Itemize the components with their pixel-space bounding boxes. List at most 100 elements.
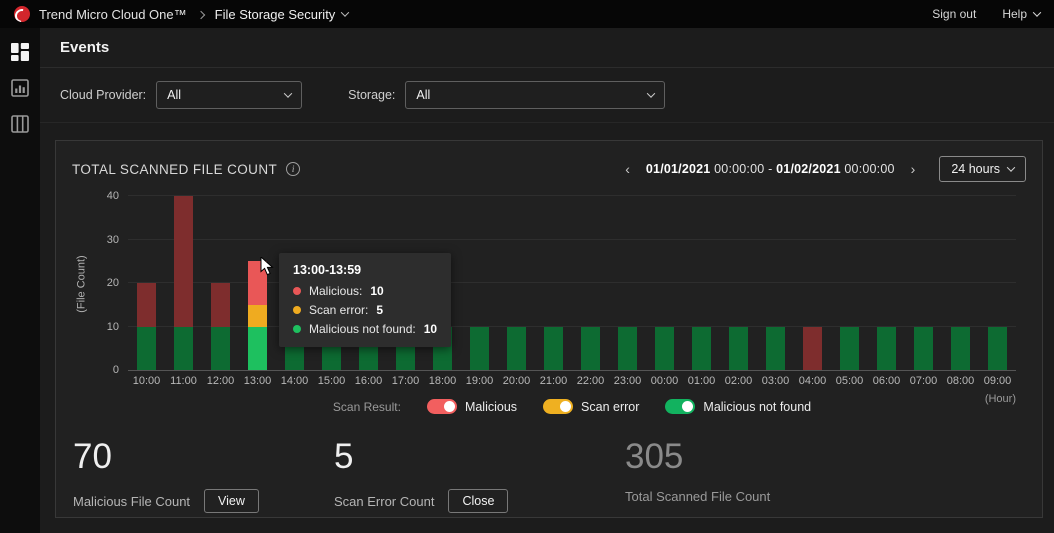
bar-slot — [239, 197, 276, 370]
cloud-provider-select[interactable]: All — [156, 81, 302, 109]
bar-segment — [544, 327, 563, 371]
bar-00:00[interactable] — [655, 327, 674, 371]
x-tick-label: 17:00 — [387, 375, 424, 387]
date-range: 01/01/2021 00:00:00 - 01/02/2021 00:00:0… — [646, 162, 895, 176]
x-tick-label: 05:00 — [831, 375, 868, 387]
x-tick-label: 20:00 — [498, 375, 535, 387]
tooltip-row-scan-error: Scan error 5 — [293, 303, 437, 317]
bar-segment — [951, 327, 970, 371]
bar-slot — [535, 197, 572, 370]
cloud-provider-label: Cloud Provider: — [60, 88, 146, 102]
bar-segment — [470, 327, 489, 371]
app-switcher[interactable]: File Storage Security — [215, 7, 349, 22]
bar-slot — [609, 197, 646, 370]
legend-item-malicious-not-found: Malicious not found — [665, 399, 811, 414]
interval-dropdown[interactable]: 24 hours — [939, 156, 1026, 182]
x-tick-label: 03:00 — [757, 375, 794, 387]
bar-12:00[interactable] — [211, 283, 230, 370]
malicious-not-found-toggle[interactable] — [665, 399, 695, 414]
sign-out-link[interactable]: Sign out — [932, 7, 976, 21]
bar-20:00[interactable] — [507, 327, 526, 371]
topbar: Trend Micro Cloud One™ File Storage Secu… — [0, 0, 1054, 28]
x-tick-label: 00:00 — [646, 375, 683, 387]
bar-slot — [979, 197, 1016, 370]
bar-21:00[interactable] — [544, 327, 563, 371]
legend-item-label: Malicious not found — [703, 400, 811, 414]
bar-23:00[interactable] — [618, 327, 637, 371]
scan-error-toggle[interactable] — [543, 399, 573, 414]
bar-segment — [618, 327, 637, 371]
bar-10:00[interactable] — [137, 283, 156, 370]
interval-value: 24 hours — [951, 162, 1000, 176]
columns-table-icon[interactable] — [10, 114, 30, 134]
chart-legend: Scan Result: Malicious Scan error Malici… — [112, 399, 1032, 414]
y-tick-label: 20 — [107, 277, 119, 289]
bar-07:00[interactable] — [914, 327, 933, 371]
x-tick-label: 09:00 — [979, 375, 1016, 387]
help-menu[interactable]: Help — [1002, 7, 1040, 21]
malicious-toggle[interactable] — [427, 399, 457, 414]
info-icon[interactable]: i — [286, 162, 300, 176]
bar-chart-report-icon[interactable] — [10, 78, 30, 98]
bar-segment — [877, 327, 896, 371]
bar-slot — [905, 197, 942, 370]
breadcrumb-separator-icon — [198, 5, 204, 23]
chart-tooltip: 13:00-13:59 Malicious 10 Scan error 5 Ma… — [279, 253, 451, 347]
storage-select[interactable]: All — [405, 81, 665, 109]
x-tick-label: 21:00 — [535, 375, 572, 387]
x-tick-label: 08:00 — [942, 375, 979, 387]
bar-slot — [646, 197, 683, 370]
date-prev-button[interactable]: ‹ — [623, 161, 632, 177]
bar-03:00[interactable] — [766, 327, 785, 371]
bar-05:00[interactable] — [840, 327, 859, 371]
bar-04:00[interactable] — [803, 327, 822, 371]
total-scanned-file-count-value: 305 — [625, 437, 770, 477]
sidebar — [0, 28, 40, 533]
help-label: Help — [1002, 7, 1027, 21]
x-tick-label: 16:00 — [350, 375, 387, 387]
malicious-file-count-value: 70 — [73, 437, 334, 477]
x-tick-label: 04:00 — [794, 375, 831, 387]
bar-22:00[interactable] — [581, 327, 600, 371]
filter-bar: Cloud Provider: All Storage: All — [40, 68, 1054, 123]
dashboard-grid-icon[interactable] — [10, 42, 30, 62]
bar-01:00[interactable] — [692, 327, 711, 371]
bar-segment — [729, 327, 748, 371]
legend-item-scan-error: Scan error — [543, 399, 639, 414]
chevron-down-icon — [647, 89, 655, 97]
bar-08:00[interactable] — [951, 327, 970, 371]
bar-13:00[interactable] — [248, 261, 267, 370]
bar-segment — [137, 283, 156, 327]
bar-segment — [174, 327, 193, 371]
bar-segment — [174, 196, 193, 327]
x-tick-label: 01:00 — [683, 375, 720, 387]
bar-slot — [683, 197, 720, 370]
y-tick-label: 40 — [107, 190, 119, 202]
date-start-date: 01/01/2021 — [646, 162, 711, 176]
x-tick-label: 02:00 — [720, 375, 757, 387]
bar-slot — [831, 197, 868, 370]
x-tick-label: 23:00 — [609, 375, 646, 387]
view-button[interactable]: View — [204, 489, 259, 513]
x-tick-label: 10:00 — [128, 375, 165, 387]
tooltip-row-malicious: Malicious 10 — [293, 284, 437, 298]
bar-slot — [128, 197, 165, 370]
bar-11:00[interactable] — [174, 196, 193, 370]
bar-segment — [507, 327, 526, 371]
storage-value: All — [416, 88, 430, 102]
total-scanned-file-count-stat: 305 Total Scanned File Count — [625, 437, 770, 513]
close-button[interactable]: Close — [448, 489, 508, 513]
bar-segment — [211, 327, 230, 371]
bar-06:00[interactable] — [877, 327, 896, 371]
bar-segment — [655, 327, 674, 371]
y-tick-label: 30 — [107, 234, 119, 246]
bar-segment — [248, 305, 267, 327]
x-tick-label: 15:00 — [313, 375, 350, 387]
date-next-button[interactable]: › — [909, 161, 918, 177]
cloud-provider-value: All — [167, 88, 181, 102]
bar-19:00[interactable] — [470, 327, 489, 371]
bar-02:00[interactable] — [729, 327, 748, 371]
x-axis-labels: 10:0011:0012:0013:0014:0015:0016:0017:00… — [128, 375, 1016, 387]
bar-09:00[interactable] — [988, 327, 1007, 371]
bar-segment — [988, 327, 1007, 371]
